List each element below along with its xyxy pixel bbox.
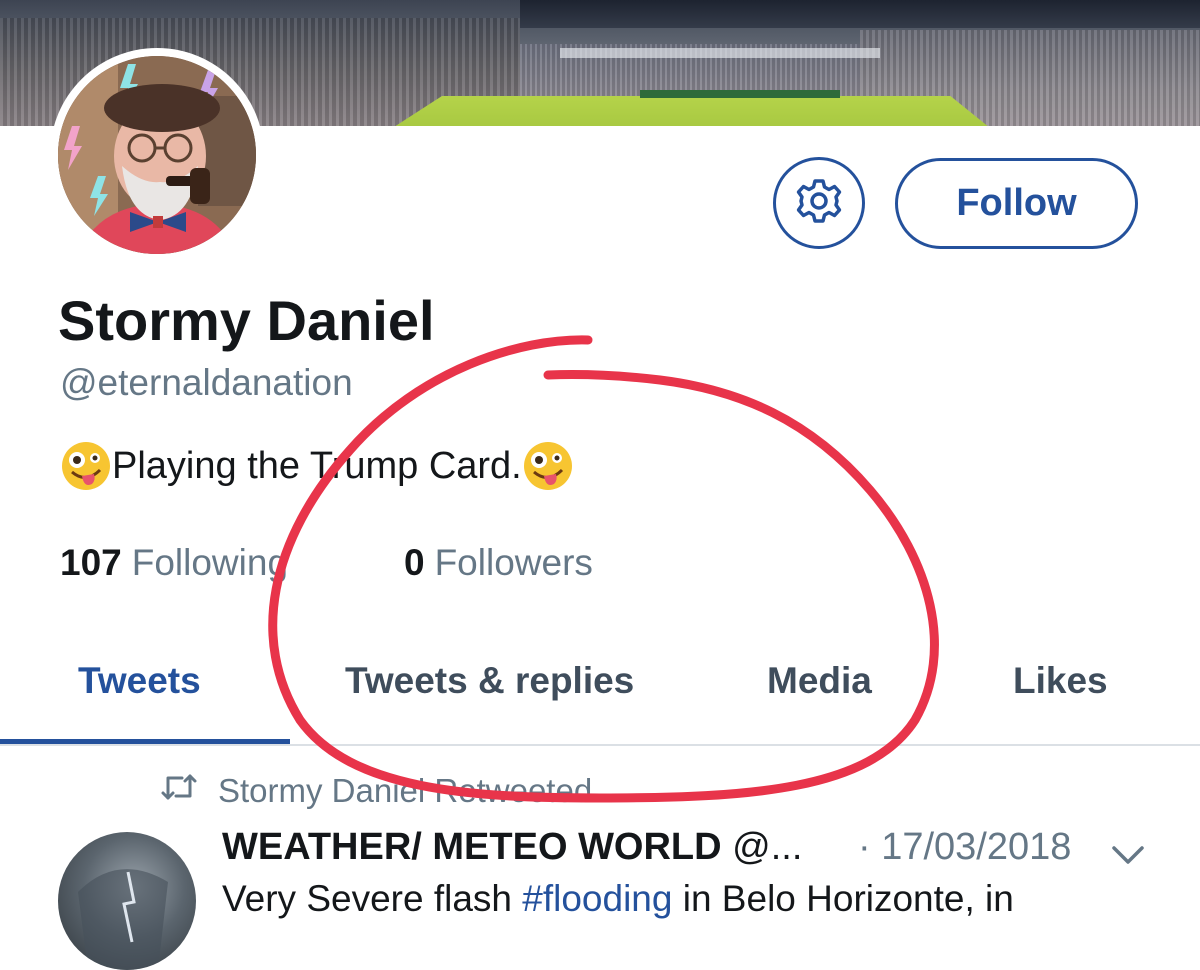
profile-tabs: Tweets Tweets & replies Media Likes — [0, 640, 1200, 746]
tab-likes[interactable]: Likes — [1013, 660, 1108, 702]
zany-face-emoji-icon — [60, 440, 112, 492]
following-count: 107 — [60, 542, 122, 583]
tweet-author[interactable]: WEATHER/ METEO WORLD @... — [222, 826, 802, 869]
tweet-author-name: WEATHER/ METEO WORLD — [222, 826, 722, 868]
retweet-context: Stormy Daniel Retweeted — [160, 772, 592, 810]
avatar-photo — [58, 56, 256, 254]
tab-tweets[interactable]: Tweets — [78, 660, 201, 702]
profile-handle: @eternaldanation — [60, 362, 353, 403]
zany-face-emoji-icon — [522, 440, 574, 492]
tweet-date[interactable]: · 17/03/2018 — [858, 826, 1071, 869]
following-link[interactable]: 107 Following — [60, 542, 288, 584]
banner-pitch — [380, 96, 1000, 126]
followers-label: Followers — [434, 542, 593, 583]
followers-link[interactable]: 0 Followers — [404, 542, 593, 584]
bio-text: Playing the Trump Card. — [112, 444, 522, 487]
settings-button[interactable] — [773, 157, 865, 249]
profile-avatar[interactable] — [50, 48, 264, 262]
banner-signboard — [560, 48, 880, 58]
profile-bio: Playing the Trump Card. — [60, 440, 574, 492]
tweet-author-avatar[interactable] — [58, 832, 196, 970]
chevron-down-icon — [1110, 846, 1146, 874]
retweet-icon — [160, 772, 218, 810]
tab-media[interactable]: Media — [767, 660, 872, 702]
gear-icon — [795, 177, 843, 230]
profile-display-name: Stormy Daniel — [58, 289, 435, 352]
tweet-menu-button[interactable] — [1110, 840, 1146, 870]
tweet-text: Very Severe flash #flooding in Belo Hori… — [222, 878, 1014, 920]
tabs-divider — [0, 744, 1200, 746]
retweet-text: Stormy Daniel Retweeted — [218, 772, 593, 809]
banner-ad-board — [640, 90, 840, 98]
follow-button[interactable]: Follow — [895, 158, 1138, 249]
following-label: Following — [131, 542, 289, 583]
tweet-author-handle: @... — [732, 826, 803, 868]
followers-count: 0 — [404, 542, 425, 583]
banner-stadium-roof — [520, 0, 1200, 28]
tab-tweets-and-replies[interactable]: Tweets & replies — [345, 660, 634, 702]
